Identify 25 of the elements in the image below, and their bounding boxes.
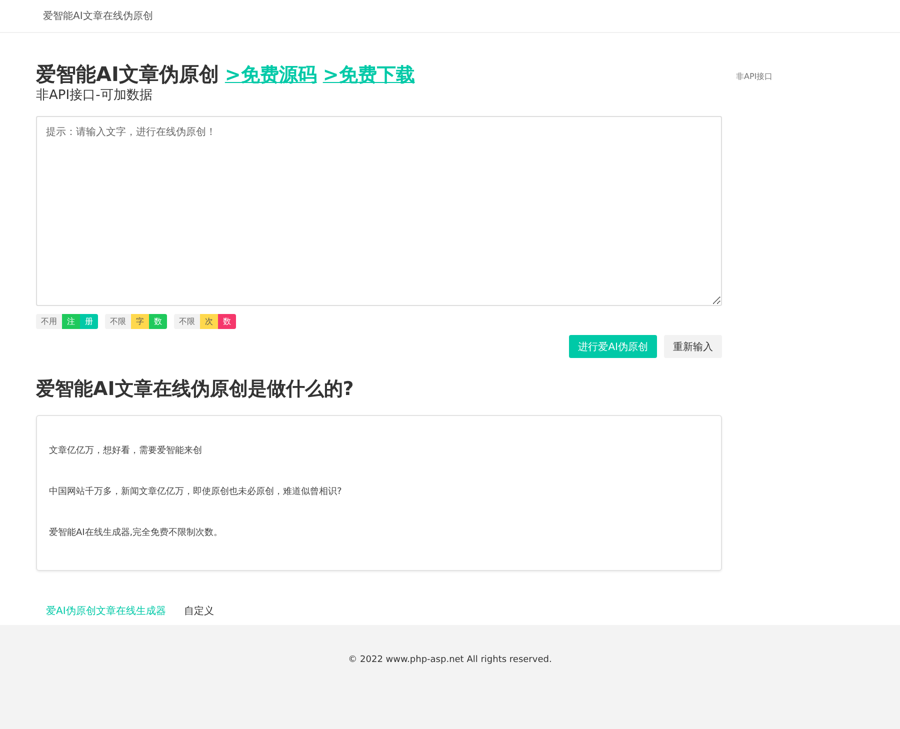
sidebar-text: 非API接口 [736,72,773,81]
text-input-field[interactable]: 提示：请输入文字，进行在线伪原创！ [36,116,722,306]
copyright-text: © 2022 www.php-asp.net All rights reserved. [348,655,552,667]
footer-tab[interactable]: 自定义 [184,604,214,618]
badge-tag: 字 [131,314,149,329]
badge-label: 不限 [105,314,131,329]
info-paragraph: 中国网站千万多，新闻文章亿亿万，即使原创也未必原创，难道似曾相识? [49,486,343,498]
badge-label: 不限 [174,314,200,329]
badge-label: 不用 [36,314,62,329]
section-title: 爱智能AI文章在线伪原创是做什么的? [36,377,355,402]
title-link[interactable]: >免费源码 [224,62,317,88]
reset-button[interactable]: 重新输入 [664,335,722,358]
title-link[interactable]: >免费下载 [322,62,415,88]
badge-tag: 次 [200,314,218,329]
info-paragraph: 爱智能AI在线生成器,完全免费不限制次数。 [49,526,224,539]
badge-tag: 册 [80,314,98,329]
submit-button[interactable]: 进行爱AI伪原创 [569,335,657,358]
badge-tag: 数 [149,314,167,329]
site-title: 爱智能AI文章在线伪原创 [43,10,153,23]
info-paragraph: 文章亿亿万，想好看，需要爱智能来创 [49,444,203,457]
page-title: 爱智能AI文章伪原创 [36,61,219,88]
page-subtitle: 非API接口-可加数据 [36,87,154,104]
footer-tab[interactable]: 爱AI伪原创文章在线生成器 [46,604,166,618]
badge-tag: 数 [218,314,236,329]
badge-tag: 注 [62,314,80,329]
